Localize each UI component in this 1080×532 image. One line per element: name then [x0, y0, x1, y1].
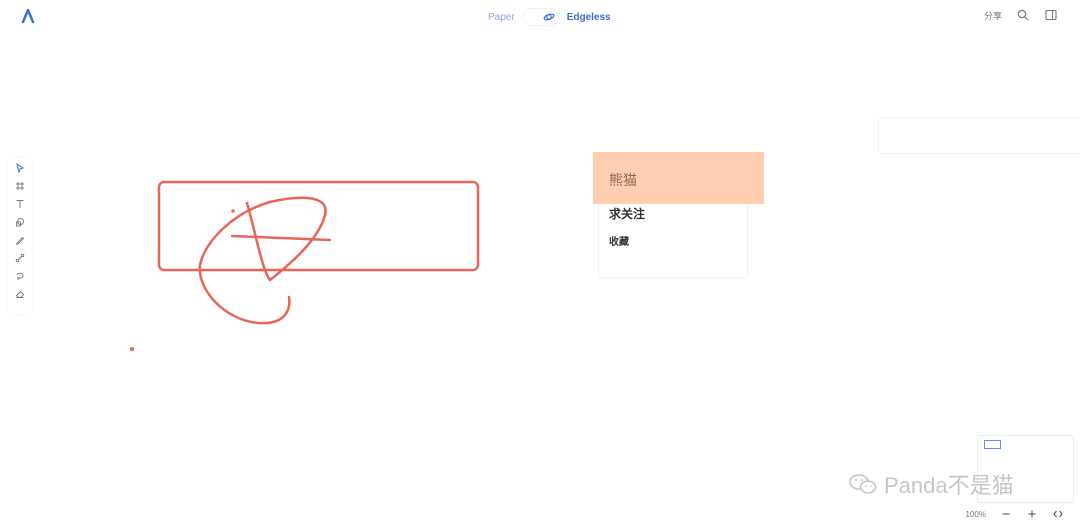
shape-tool-icon[interactable]	[13, 216, 27, 228]
mode-switch: Paper Edgeless	[488, 8, 611, 26]
ghost-panel	[878, 117, 1080, 154]
note-subtitle: 收藏	[609, 237, 629, 248]
eraser-tool-icon[interactable]	[13, 288, 27, 300]
search-icon[interactable]	[1016, 8, 1030, 22]
lasso-tool-icon[interactable]	[13, 270, 27, 282]
note-card[interactable]: 求关注 收藏	[598, 198, 748, 278]
watermark: Panda不是猫	[848, 468, 1014, 500]
edgeless-toolbar	[8, 158, 32, 314]
edgeless-mode-icon	[541, 9, 557, 25]
sketch-loop	[198, 196, 327, 325]
sketch-dot	[231, 209, 235, 213]
zoom-out-icon[interactable]	[1000, 508, 1012, 520]
wechat-icon	[848, 472, 878, 496]
sketch-rectangle	[157, 180, 480, 272]
mode-toggle[interactable]	[522, 8, 559, 26]
edgeless-mode-button[interactable]: Edgeless	[567, 12, 611, 23]
text-tool-icon[interactable]	[13, 198, 27, 210]
zoom-bar: 100%	[966, 508, 1064, 520]
paper-mode-button[interactable]: Paper	[488, 12, 515, 23]
highlight-block[interactable]: 熊猫	[593, 152, 764, 204]
frame-tool-icon[interactable]	[13, 180, 27, 192]
logo-icon[interactable]	[18, 6, 38, 26]
zoom-level[interactable]: 100%	[966, 510, 986, 519]
sidebar-toggle-icon[interactable]	[1044, 8, 1058, 22]
pen-tool-icon[interactable]	[13, 234, 27, 246]
sketch-dot	[130, 347, 134, 351]
connector-tool-icon[interactable]	[13, 252, 27, 264]
select-tool-icon[interactable]	[13, 162, 27, 174]
share-button[interactable]: 分享	[984, 9, 1002, 22]
fit-view-icon[interactable]	[1052, 508, 1064, 520]
sketch-drawing[interactable]	[0, 0, 1080, 532]
note-title: 求关注	[609, 207, 646, 221]
zoom-in-icon[interactable]	[1026, 508, 1038, 520]
highlight-text: 熊猫	[609, 172, 637, 188]
minimap-viewport[interactable]	[984, 440, 1001, 449]
header-actions: 分享	[984, 8, 1058, 22]
watermark-text: Panda不是猫	[884, 473, 1014, 498]
sketch-cross-line	[230, 234, 332, 242]
